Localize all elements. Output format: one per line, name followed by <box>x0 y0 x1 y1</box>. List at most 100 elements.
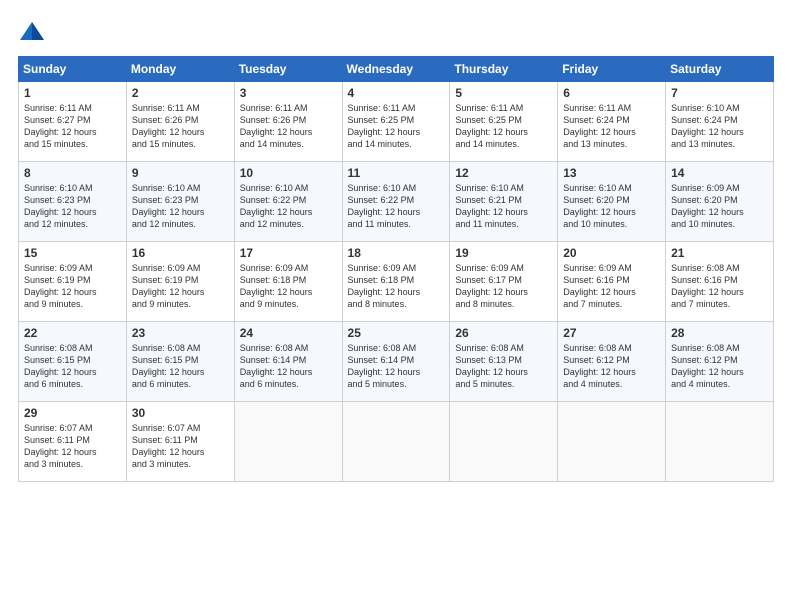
calendar-cell: 24 Sunrise: 6:08 AMSunset: 6:14 PMDayligh… <box>234 322 342 402</box>
calendar-header-thursday: Thursday <box>450 57 558 82</box>
calendar-cell: 2 Sunrise: 6:11 AMSunset: 6:26 PMDaylight… <box>126 82 234 162</box>
day-info: Sunrise: 6:10 AMSunset: 6:22 PMDaylight:… <box>240 183 313 229</box>
calendar-header-saturday: Saturday <box>666 57 774 82</box>
day-number: 5 <box>455 86 552 100</box>
day-number: 2 <box>132 86 229 100</box>
day-info: Sunrise: 6:11 AMSunset: 6:26 PMDaylight:… <box>240 103 313 149</box>
day-info: Sunrise: 6:07 AMSunset: 6:11 PMDaylight:… <box>132 423 205 469</box>
day-number: 1 <box>24 86 121 100</box>
calendar-cell: 1 Sunrise: 6:11 AMSunset: 6:27 PMDaylight… <box>19 82 127 162</box>
day-info: Sunrise: 6:11 AMSunset: 6:25 PMDaylight:… <box>455 103 528 149</box>
calendar-cell: 27 Sunrise: 6:08 AMSunset: 6:12 PMDayligh… <box>558 322 666 402</box>
day-info: Sunrise: 6:08 AMSunset: 6:16 PMDaylight:… <box>671 263 744 309</box>
day-info: Sunrise: 6:11 AMSunset: 6:24 PMDaylight:… <box>563 103 636 149</box>
calendar-cell <box>450 402 558 482</box>
day-number: 14 <box>671 166 768 180</box>
day-info: Sunrise: 6:10 AMSunset: 6:24 PMDaylight:… <box>671 103 744 149</box>
day-info: Sunrise: 6:09 AMSunset: 6:19 PMDaylight:… <box>24 263 97 309</box>
header <box>18 18 774 46</box>
day-info: Sunrise: 6:08 AMSunset: 6:14 PMDaylight:… <box>348 343 421 389</box>
day-info: Sunrise: 6:10 AMSunset: 6:23 PMDaylight:… <box>132 183 205 229</box>
day-number: 23 <box>132 326 229 340</box>
calendar-cell: 26 Sunrise: 6:08 AMSunset: 6:13 PMDayligh… <box>450 322 558 402</box>
day-info: Sunrise: 6:09 AMSunset: 6:16 PMDaylight:… <box>563 263 636 309</box>
calendar-cell: 10 Sunrise: 6:10 AMSunset: 6:22 PMDayligh… <box>234 162 342 242</box>
calendar-cell: 8 Sunrise: 6:10 AMSunset: 6:23 PMDaylight… <box>19 162 127 242</box>
calendar-header-friday: Friday <box>558 57 666 82</box>
calendar-cell <box>234 402 342 482</box>
calendar-header-tuesday: Tuesday <box>234 57 342 82</box>
day-info: Sunrise: 6:10 AMSunset: 6:21 PMDaylight:… <box>455 183 528 229</box>
day-number: 17 <box>240 246 337 260</box>
calendar-cell: 6 Sunrise: 6:11 AMSunset: 6:24 PMDaylight… <box>558 82 666 162</box>
day-info: Sunrise: 6:08 AMSunset: 6:14 PMDaylight:… <box>240 343 313 389</box>
day-number: 18 <box>348 246 445 260</box>
calendar-cell: 18Sunrise: 6:09 AMSunset: 6:18 PMDayligh… <box>342 242 450 322</box>
calendar-cell: 21 Sunrise: 6:08 AMSunset: 6:16 PMDayligh… <box>666 242 774 322</box>
calendar-cell: 29 Sunrise: 6:07 AMSunset: 6:11 PMDayligh… <box>19 402 127 482</box>
logo-icon <box>18 18 46 46</box>
calendar-cell: 23 Sunrise: 6:08 AMSunset: 6:15 PMDayligh… <box>126 322 234 402</box>
day-number: 21 <box>671 246 768 260</box>
day-info: Sunrise: 6:08 AMSunset: 6:15 PMDaylight:… <box>24 343 97 389</box>
day-number: 27 <box>563 326 660 340</box>
calendar-cell: 9Sunrise: 6:10 AMSunset: 6:23 PMDaylight… <box>126 162 234 242</box>
day-number: 15 <box>24 246 121 260</box>
day-info: Sunrise: 6:10 AMSunset: 6:20 PMDaylight:… <box>563 183 636 229</box>
day-info: Sunrise: 6:09 AMSunset: 6:20 PMDaylight:… <box>671 183 744 229</box>
day-number: 10 <box>240 166 337 180</box>
day-info: Sunrise: 6:09 AMSunset: 6:17 PMDaylight:… <box>455 263 528 309</box>
day-number: 29 <box>24 406 121 420</box>
day-info: Sunrise: 6:08 AMSunset: 6:13 PMDaylight:… <box>455 343 528 389</box>
day-number: 24 <box>240 326 337 340</box>
day-number: 11 <box>348 166 445 180</box>
calendar-cell: 22 Sunrise: 6:08 AMSunset: 6:15 PMDayligh… <box>19 322 127 402</box>
calendar-week-2: 8 Sunrise: 6:10 AMSunset: 6:23 PMDaylight… <box>19 162 774 242</box>
day-number: 26 <box>455 326 552 340</box>
day-info: Sunrise: 6:07 AMSunset: 6:11 PMDaylight:… <box>24 423 97 469</box>
day-info: Sunrise: 6:10 AMSunset: 6:23 PMDaylight:… <box>24 183 97 229</box>
day-info: Sunrise: 6:09 AMSunset: 6:18 PMDaylight:… <box>240 263 313 309</box>
day-info: Sunrise: 6:11 AMSunset: 6:26 PMDaylight:… <box>132 103 205 149</box>
calendar-cell: 28 Sunrise: 6:08 AMSunset: 6:12 PMDayligh… <box>666 322 774 402</box>
calendar-cell: 14 Sunrise: 6:09 AMSunset: 6:20 PMDayligh… <box>666 162 774 242</box>
calendar-week-4: 22 Sunrise: 6:08 AMSunset: 6:15 PMDayligh… <box>19 322 774 402</box>
calendar-cell: 5 Sunrise: 6:11 AMSunset: 6:25 PMDaylight… <box>450 82 558 162</box>
day-info: Sunrise: 6:10 AMSunset: 6:22 PMDaylight:… <box>348 183 421 229</box>
logo <box>18 18 50 46</box>
calendar-cell: 30 Sunrise: 6:07 AMSunset: 6:11 PMDayligh… <box>126 402 234 482</box>
calendar-cell: 15 Sunrise: 6:09 AMSunset: 6:19 PMDayligh… <box>19 242 127 322</box>
day-number: 20 <box>563 246 660 260</box>
day-number: 19 <box>455 246 552 260</box>
calendar-cell: 7 Sunrise: 6:10 AMSunset: 6:24 PMDaylight… <box>666 82 774 162</box>
day-number: 8 <box>24 166 121 180</box>
day-info: Sunrise: 6:08 AMSunset: 6:12 PMDaylight:… <box>563 343 636 389</box>
day-number: 6 <box>563 86 660 100</box>
day-number: 22 <box>24 326 121 340</box>
day-number: 28 <box>671 326 768 340</box>
calendar-week-1: 1 Sunrise: 6:11 AMSunset: 6:27 PMDaylight… <box>19 82 774 162</box>
calendar-table: SundayMondayTuesdayWednesdayThursdayFrid… <box>18 56 774 482</box>
calendar-cell: 13 Sunrise: 6:10 AMSunset: 6:20 PMDayligh… <box>558 162 666 242</box>
day-number: 7 <box>671 86 768 100</box>
day-number: 4 <box>348 86 445 100</box>
calendar-header-wednesday: Wednesday <box>342 57 450 82</box>
day-info: Sunrise: 6:08 AMSunset: 6:12 PMDaylight:… <box>671 343 744 389</box>
calendar-cell: 12Sunrise: 6:10 AMSunset: 6:21 PMDayligh… <box>450 162 558 242</box>
day-info: Sunrise: 6:11 AMSunset: 6:27 PMDaylight:… <box>24 103 97 149</box>
calendar-cell: 3 Sunrise: 6:11 AMSunset: 6:26 PMDaylight… <box>234 82 342 162</box>
day-number: 3 <box>240 86 337 100</box>
day-number: 30 <box>132 406 229 420</box>
calendar-cell: 4Sunrise: 6:11 AMSunset: 6:25 PMDaylight… <box>342 82 450 162</box>
calendar-cell: 11 Sunrise: 6:10 AMSunset: 6:22 PMDayligh… <box>342 162 450 242</box>
day-number: 13 <box>563 166 660 180</box>
calendar-cell: 17 Sunrise: 6:09 AMSunset: 6:18 PMDayligh… <box>234 242 342 322</box>
day-info: Sunrise: 6:08 AMSunset: 6:15 PMDaylight:… <box>132 343 205 389</box>
day-number: 16 <box>132 246 229 260</box>
calendar-header-row: SundayMondayTuesdayWednesdayThursdayFrid… <box>19 57 774 82</box>
calendar-week-5: 29 Sunrise: 6:07 AMSunset: 6:11 PMDayligh… <box>19 402 774 482</box>
calendar-cell: 16Sunrise: 6:09 AMSunset: 6:19 PMDayligh… <box>126 242 234 322</box>
calendar-cell: 19 Sunrise: 6:09 AMSunset: 6:17 PMDayligh… <box>450 242 558 322</box>
calendar-cell: 25Sunrise: 6:08 AMSunset: 6:14 PMDayligh… <box>342 322 450 402</box>
calendar-cell <box>666 402 774 482</box>
